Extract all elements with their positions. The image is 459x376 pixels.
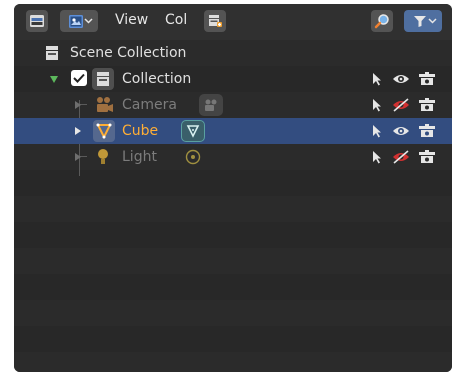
tree-row-camera[interactable]: Camera	[14, 92, 452, 118]
tree-row-scene-collection[interactable]: Scene Collection	[14, 40, 452, 66]
visibility-toggle[interactable]	[392, 96, 410, 114]
outliner-tree: Scene Collection Collection Camera Cube …	[14, 40, 452, 372]
outliner-display-mode-button[interactable]	[26, 10, 48, 32]
eye-hidden-icon	[393, 98, 409, 112]
visibility-toggle[interactable]	[392, 148, 410, 166]
selectable-toggle[interactable]	[368, 70, 386, 88]
selectable-toggle[interactable]	[368, 122, 386, 140]
camera-data-button[interactable]	[199, 94, 223, 116]
outliner-editor-icon	[69, 14, 83, 28]
collection-icon	[97, 72, 109, 86]
mesh-object-button[interactable]	[93, 120, 115, 142]
tree-row-label: Camera	[122, 97, 177, 113]
expand-arrow-icon[interactable]	[74, 152, 82, 162]
filter-button[interactable]	[404, 10, 442, 32]
camera-data-icon	[205, 99, 217, 111]
tree-row-label: Cube	[122, 123, 159, 139]
light-data-button[interactable]	[184, 148, 202, 166]
exclude-checkbox[interactable]	[71, 70, 87, 86]
camera-render-icon	[419, 124, 435, 137]
eye-icon	[393, 75, 409, 83]
render-toggle[interactable]	[418, 148, 436, 166]
eye-icon	[393, 127, 409, 135]
chevron-down-icon	[84, 18, 93, 24]
cursor-arrow-icon	[373, 151, 381, 164]
menu-view[interactable]: View	[115, 12, 148, 28]
tree-row-collection[interactable]: Collection	[14, 66, 452, 92]
light-icon	[98, 149, 108, 164]
mesh-data-icon	[186, 125, 200, 138]
expand-arrow-icon[interactable]	[74, 100, 82, 110]
eye-hidden-icon	[393, 150, 409, 164]
camera-render-icon	[419, 98, 435, 111]
checkmark-icon	[73, 73, 85, 83]
expand-arrow-icon[interactable]	[49, 75, 59, 84]
selectable-toggle[interactable]	[368, 148, 386, 166]
tree-row-label: Light	[122, 149, 157, 165]
render-toggle[interactable]	[418, 70, 436, 88]
scene-collection-icon	[46, 46, 58, 60]
tree-row-label: Collection	[122, 71, 192, 87]
camera-render-icon	[419, 72, 435, 85]
cursor-arrow-icon	[373, 125, 381, 138]
collection-icon-button[interactable]	[92, 68, 114, 90]
editor-type-button[interactable]	[60, 10, 98, 32]
menu-collection[interactable]: Col	[165, 12, 187, 28]
outliner-display-icon	[30, 15, 44, 27]
cursor-arrow-icon	[373, 99, 381, 112]
search-icon	[374, 14, 389, 29]
mesh-icon	[96, 123, 112, 139]
selectable-toggle[interactable]	[368, 96, 386, 114]
camera-render-icon	[419, 150, 435, 163]
expand-arrow-icon[interactable]	[74, 126, 82, 136]
tree-row-cube[interactable]: Cube	[14, 118, 452, 144]
tree-row-light[interactable]: Light	[14, 144, 452, 170]
render-toggle[interactable]	[418, 96, 436, 114]
search-button[interactable]	[371, 10, 393, 32]
visibility-toggle[interactable]	[392, 122, 410, 140]
mesh-data-button[interactable]	[181, 120, 205, 142]
new-collection-button[interactable]	[204, 10, 226, 32]
new-collection-icon	[209, 15, 222, 27]
render-toggle[interactable]	[418, 122, 436, 140]
light-data-icon	[185, 149, 201, 165]
outliner-header: View Col	[14, 4, 452, 40]
outliner-panel: View Col Scene Collection Collection Cam…	[14, 4, 452, 372]
chevron-down-icon	[428, 18, 437, 24]
filter-icon	[414, 16, 426, 27]
visibility-toggle[interactable]	[392, 70, 410, 88]
camera-icon	[97, 97, 113, 112]
cursor-arrow-icon	[373, 73, 381, 86]
tree-row-label: Scene Collection	[70, 45, 187, 61]
